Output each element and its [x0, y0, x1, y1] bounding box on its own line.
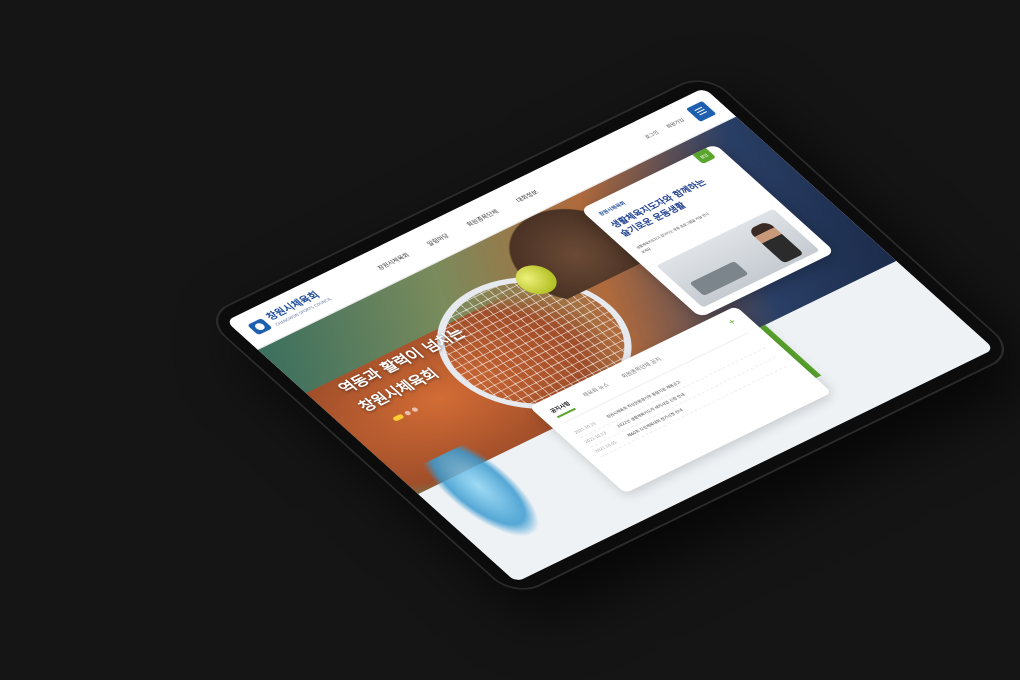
tab-news[interactable]: 체육회 뉴스	[580, 381, 615, 402]
mockup-stage: 창원시체육회 CHANGWON SPORTS COUNCIL 창원시체육회 알림…	[0, 0, 1020, 680]
login-link[interactable]: 로그인	[643, 129, 661, 140]
join-link[interactable]: 회원가입	[664, 117, 686, 130]
nav-item-news[interactable]: 알림마당	[424, 231, 451, 248]
sofa-image	[689, 261, 749, 296]
hamburger-menu-button[interactable]	[685, 100, 717, 122]
nav-item-about[interactable]: 창원시체육회	[374, 251, 411, 272]
nav-item-events[interactable]: 대회정보	[513, 188, 540, 204]
tablet-screen: 창원시체육회 CHANGWON SPORTS COUNCIL 창원시체육회 알림…	[225, 87, 995, 583]
nav-item-members[interactable]: 회원종목단체	[464, 207, 500, 229]
exercising-person-image	[747, 220, 804, 264]
tab-member-notice[interactable]: 회원종목단체 공지	[619, 355, 667, 383]
tablet-device: 창원시체육회 CHANGWON SPORTS COUNCIL 창원시체육회 알림…	[202, 71, 1018, 599]
tab-notice[interactable]: 공지사항	[547, 399, 577, 419]
logo-icon	[246, 317, 273, 335]
